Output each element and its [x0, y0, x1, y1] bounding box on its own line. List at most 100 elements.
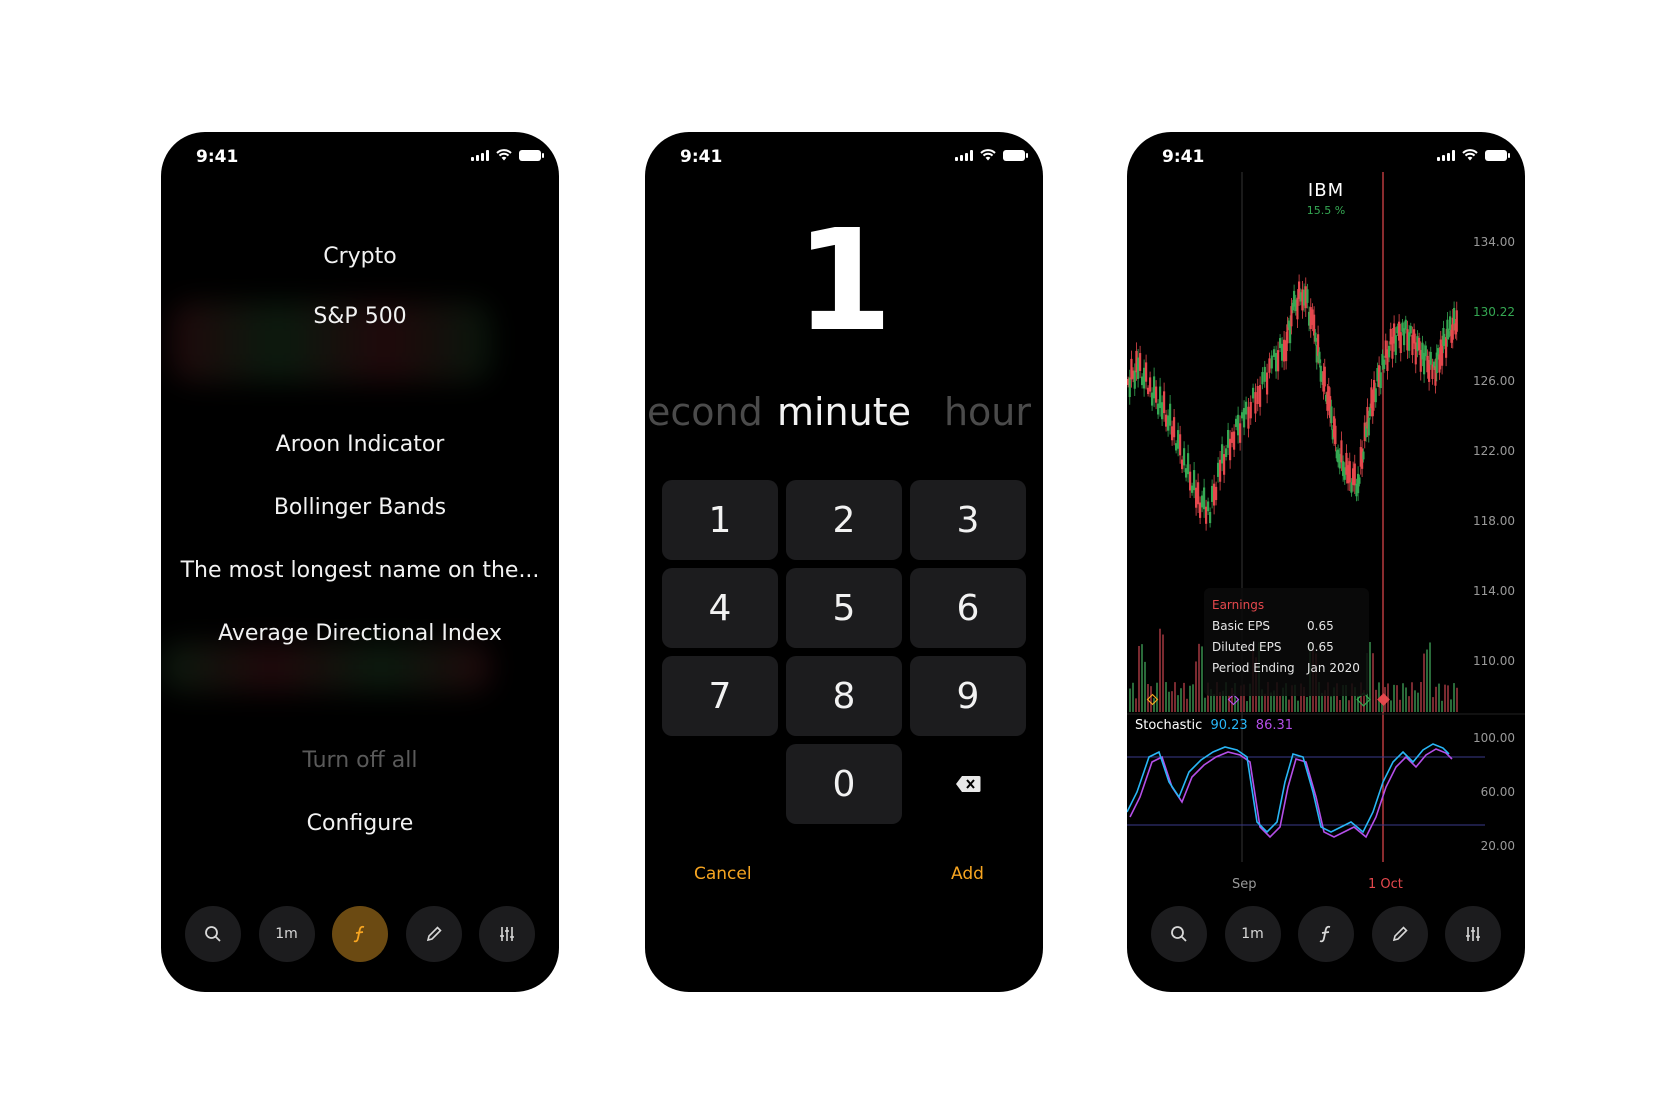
candle-body [1245, 401, 1248, 415]
volume-bar [1429, 642, 1431, 712]
settings-button[interactable] [1445, 906, 1501, 962]
key-8[interactable]: 8 [786, 656, 902, 736]
volume-bar [1447, 685, 1449, 712]
volume-bar [1141, 644, 1143, 712]
candle-body [1358, 477, 1361, 484]
tooltip-label: Basic EPS [1212, 619, 1271, 633]
candle-body [1261, 372, 1264, 385]
menu-item-adx[interactable]: Average Directional Index [161, 621, 559, 646]
stochastic-name: Stochastic [1135, 718, 1203, 733]
candle-body [1163, 391, 1166, 414]
backspace-key[interactable] [910, 744, 1026, 824]
volume-bar [1297, 700, 1299, 712]
menu-item-bollinger[interactable]: Bollinger Bands [161, 495, 559, 520]
price-chart[interactable] [1127, 132, 1525, 922]
bottom-toolbar: 1m [1151, 906, 1501, 962]
menu-item-longest-name[interactable]: The most longest name on the... [161, 558, 559, 583]
candle-body [1367, 417, 1370, 436]
volume-bar [1150, 686, 1152, 712]
candle-body [1229, 438, 1232, 461]
candle-body [1409, 325, 1412, 334]
key-7[interactable]: 7 [662, 656, 778, 736]
wifi-icon [980, 149, 996, 161]
candle-body [1247, 406, 1250, 429]
add-button[interactable]: Add [951, 864, 984, 884]
key-5[interactable]: 5 [786, 568, 902, 648]
candle-body [1215, 486, 1218, 501]
candle-body [1207, 501, 1210, 512]
candle-body [1145, 362, 1148, 382]
candle-body [1408, 332, 1411, 351]
candle-body [1374, 388, 1377, 403]
settings-button[interactable] [479, 906, 535, 962]
candle-body [1394, 335, 1397, 356]
osc-label: 20.00 [1480, 839, 1515, 853]
candle-body [1252, 387, 1255, 399]
candle-body [1340, 440, 1343, 463]
volume-bar [1162, 634, 1164, 712]
stochastic-d-value: 86.31 [1255, 718, 1294, 733]
configure-button[interactable]: Configure [161, 811, 559, 836]
turn-off-all-button[interactable]: Turn off all [161, 748, 559, 773]
key-9[interactable]: 9 [910, 656, 1026, 736]
unit-picker[interactable]: econd minute hour [645, 390, 1043, 440]
volume-bar [1399, 699, 1401, 712]
key-1[interactable]: 1 [662, 480, 778, 560]
indicators-button[interactable] [332, 906, 388, 962]
menu-item-crypto[interactable]: Crypto [161, 244, 559, 269]
timeframe-button[interactable]: 1m [1224, 906, 1281, 962]
candle-body [1455, 310, 1458, 332]
candle-body [1362, 451, 1365, 460]
volume-bar [1186, 698, 1188, 712]
tooltip-label: Diluted EPS [1212, 640, 1282, 654]
cancel-button[interactable]: Cancel [694, 864, 752, 884]
candle-body [1413, 329, 1416, 344]
tooltip-value: Jan 2020 [1307, 661, 1360, 675]
timeframe-button[interactable]: 1m [258, 906, 315, 962]
key-6[interactable]: 6 [910, 568, 1026, 648]
volume-bar [1432, 697, 1434, 712]
candle-body [1403, 328, 1406, 346]
event-marker [1227, 693, 1240, 706]
search-button[interactable] [185, 906, 241, 962]
volume-bar [1375, 689, 1377, 712]
battery-icon [519, 149, 544, 161]
candle-body [1209, 511, 1212, 524]
candle-body [1268, 358, 1271, 373]
candle-body [1225, 448, 1228, 457]
candle-body [1219, 459, 1222, 482]
draw-button[interactable] [1371, 906, 1428, 962]
candle-body [1159, 386, 1162, 409]
key-3[interactable]: 3 [910, 480, 1026, 560]
volume-bar [1330, 696, 1332, 712]
backspace-icon [956, 776, 981, 792]
stochastic-k-value: 90.23 [1210, 718, 1248, 733]
candle-body [1259, 385, 1262, 407]
candle-body [1241, 412, 1244, 419]
candle-body [1369, 407, 1372, 417]
menu-item-aroon[interactable]: Aroon Indicator [161, 432, 559, 457]
status-time: 9:41 [196, 147, 239, 167]
volume-bar [1213, 694, 1215, 712]
candle-body [1223, 454, 1226, 475]
cellular-signal-icon [955, 149, 973, 161]
search-button[interactable] [1151, 906, 1207, 962]
key-2[interactable]: 2 [786, 480, 902, 560]
volume-bar [1348, 700, 1350, 712]
indicators-button[interactable] [1298, 906, 1354, 962]
key-0[interactable]: 0 [786, 744, 902, 824]
stochastic-legend: Stochastic 90.23 86.31 [1135, 718, 1293, 733]
volume-bar [1153, 698, 1155, 712]
bottom-toolbar: 1m [185, 906, 535, 962]
candle-body [1147, 387, 1150, 395]
menu-item-sp500[interactable]: S&P 500 [161, 304, 559, 329]
candle-body [1318, 351, 1321, 363]
osc-label: 100.00 [1473, 731, 1515, 745]
unit-hour[interactable]: hour [944, 390, 1031, 434]
volume-bar [1168, 691, 1170, 712]
candle-body [1231, 432, 1234, 443]
candle-body [1173, 417, 1176, 438]
key-4[interactable]: 4 [662, 568, 778, 648]
candle-body [1453, 307, 1456, 325]
draw-button[interactable] [405, 906, 462, 962]
